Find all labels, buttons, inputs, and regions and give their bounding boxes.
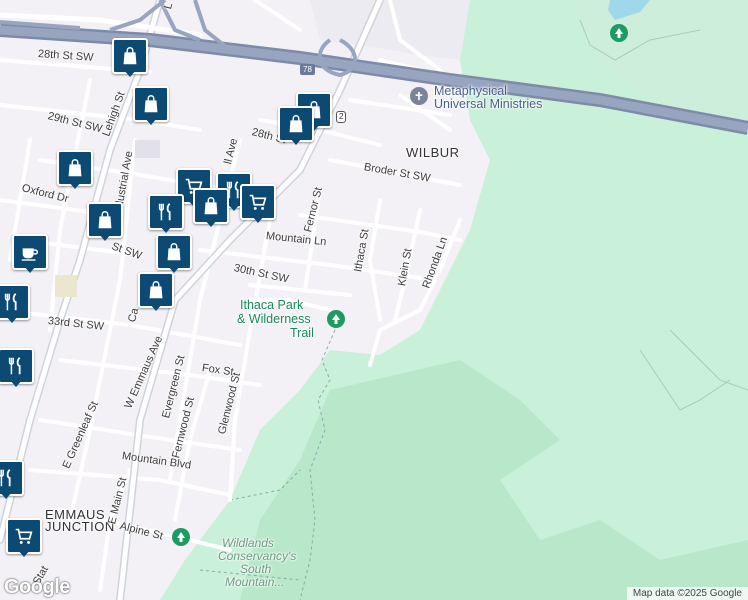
fork-knife-icon [0, 469, 11, 487]
shopping-bag-icon [144, 95, 158, 113]
route-shield: 2 [336, 111, 347, 123]
poi-label-mountain[interactable]: Mountain... [225, 576, 284, 589]
shopping-bag-marker[interactable] [138, 272, 174, 312]
park-tree-icon[interactable] [172, 528, 190, 546]
shopping-bag-marker[interactable] [193, 188, 229, 228]
fork-knife-icon [4, 293, 17, 311]
park-tree-icon[interactable] [610, 24, 628, 42]
coffee-cup-icon [21, 248, 39, 261]
poi-label-wilderness[interactable]: & Wilderness [237, 312, 311, 326]
restaurant-marker[interactable] [0, 348, 34, 388]
shopping-bag-icon [289, 115, 303, 133]
shopping-bag-marker[interactable] [57, 150, 93, 190]
shopping-bag-icon [68, 159, 82, 177]
google-logo: Google [4, 576, 70, 598]
shopping-bag-marker[interactable] [87, 202, 123, 242]
shopping-bag-icon [149, 281, 163, 299]
area-label-wilbur: WILBUR [406, 145, 460, 160]
shopping-cart-icon [15, 528, 33, 544]
grocery-cart-marker[interactable] [6, 518, 42, 558]
shopping-bag-icon [98, 211, 112, 229]
cafe-marker[interactable] [12, 234, 48, 274]
shopping-bag-marker[interactable] [278, 106, 314, 146]
poi-label-universal-ministries[interactable]: Universal Ministries [434, 97, 542, 111]
restaurant-marker[interactable] [0, 460, 24, 500]
poi-label-metaphysical[interactable]: Metaphysical [434, 84, 507, 98]
poi-label-ithaca-park[interactable]: Ithaca Park [240, 298, 303, 312]
map-attribution[interactable]: Map data ©2025 Google [626, 587, 748, 600]
shopping-bag-icon [167, 243, 181, 261]
shopping-bag-marker[interactable] [133, 86, 169, 126]
shopping-bag-marker[interactable] [112, 38, 148, 78]
shopping-cart-icon [249, 194, 267, 210]
fork-knife-icon [8, 357, 21, 375]
interstate-78-shield: 78 [300, 64, 315, 75]
area-label-junction: JUNCTION [45, 519, 115, 534]
place-of-worship-icon[interactable] [410, 87, 428, 105]
restaurant-marker[interactable] [0, 284, 30, 324]
fork-knife-icon [158, 203, 171, 221]
shopping-bag-icon [123, 47, 137, 65]
park-tree-icon[interactable] [327, 310, 345, 328]
grocery-cart-marker[interactable] [240, 184, 276, 224]
map-canvas[interactable]: WILBUR EMMAUS JUNCTION Metaphysical Univ… [0, 0, 748, 600]
shopping-bag-marker[interactable] [156, 234, 192, 274]
poi-label-trail[interactable]: Trail [290, 326, 314, 340]
restaurant-marker[interactable] [148, 194, 184, 234]
shopping-bag-icon [204, 197, 218, 215]
